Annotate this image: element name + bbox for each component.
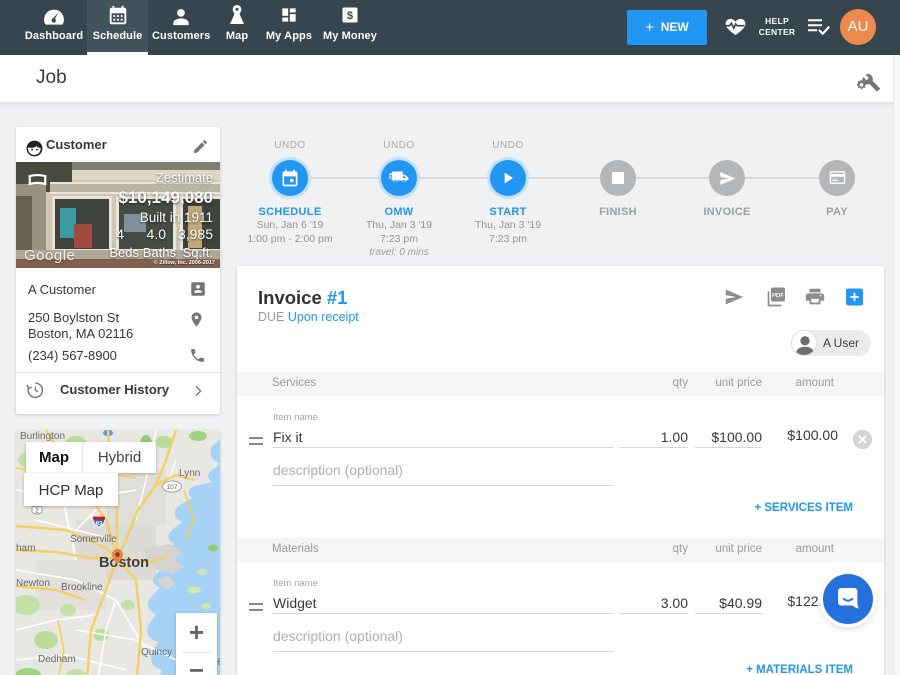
svg-text:93: 93 [96, 522, 103, 528]
svg-text:PDF: PDF [772, 293, 784, 299]
svg-text:Quincy: Quincy [141, 647, 172, 658]
svg-text:Boston: Boston [99, 555, 149, 571]
svg-text:Newton: Newton [16, 578, 50, 589]
svg-text:Burlington: Burlington [20, 431, 65, 442]
svg-text:2: 2 [35, 508, 39, 515]
svg-text:Lynn: Lynn [179, 468, 200, 479]
svg-text:107: 107 [167, 484, 178, 491]
svg-text:$: $ [347, 10, 353, 22]
svg-text:Somerville: Somerville [70, 534, 117, 545]
svg-text:Brookline: Brookline [61, 582, 103, 593]
svg-text:ham: ham [16, 543, 35, 554]
svg-text:Dedham: Dedham [38, 654, 76, 665]
